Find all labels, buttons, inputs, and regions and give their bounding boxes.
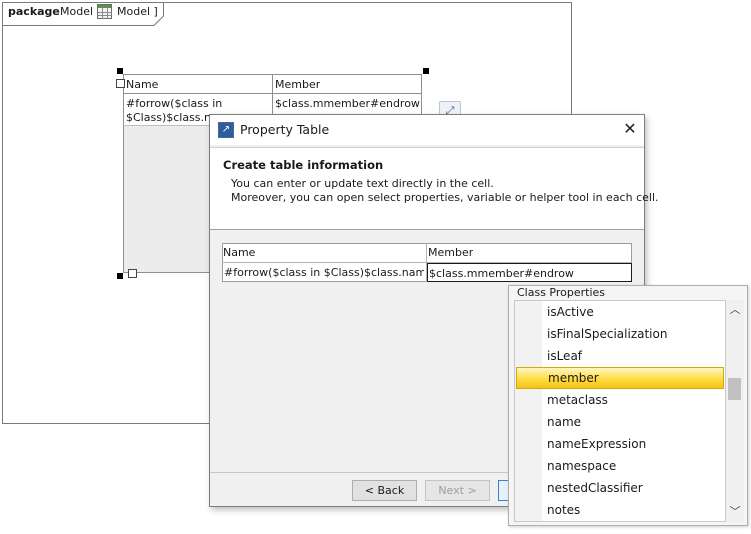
close-icon[interactable]: ✕	[619, 118, 641, 140]
table-icon	[97, 4, 112, 19]
list-item-selected[interactable]: member	[516, 367, 724, 389]
diagram-cell-name-line2: $Class)$class.nam	[126, 111, 211, 124]
info-line-1: You can enter or update text directly in…	[231, 177, 494, 190]
shape-marker-icon[interactable]	[116, 79, 125, 88]
grid-header-member: Member	[428, 246, 474, 259]
grid-cell-member-editor[interactable]: $class.mmember#endrow	[427, 263, 632, 282]
grid-header-name: Name	[223, 246, 256, 259]
package-name-suffix: Model ]	[117, 5, 158, 18]
compartment-toggle-icon[interactable]	[128, 269, 137, 278]
popup-title: Class Properties	[516, 286, 607, 299]
resize-handle-bottom-left[interactable]	[117, 273, 123, 279]
diagram-header-name: Name	[126, 78, 159, 91]
info-title: Create table information	[223, 158, 384, 172]
diagram-cell-name-line1: #forrow($class in	[126, 97, 223, 110]
dialog-title: Property Table	[240, 122, 330, 137]
list-item[interactable]: isLeaf	[516, 345, 724, 367]
list-item[interactable]: notes	[516, 499, 724, 520]
scroll-down-icon[interactable]: ﹀	[726, 503, 744, 521]
scroll-up-icon[interactable]: ︿	[726, 301, 744, 319]
info-line-2: Moreover, you can open select properties…	[231, 191, 659, 204]
package-keyword: package	[8, 5, 60, 18]
grid-cell-name[interactable]: #forrow($class in $Class)$class.name	[224, 266, 424, 279]
list-item[interactable]: namespace	[516, 455, 724, 477]
list-item[interactable]: nestedClassifier	[516, 477, 724, 499]
scroll-thumb[interactable]	[728, 378, 741, 400]
list-item[interactable]: name	[516, 411, 724, 433]
resize-handle-top-left[interactable]	[117, 68, 123, 74]
back-button[interactable]: < Back	[352, 480, 417, 501]
next-button[interactable]: Next >	[425, 480, 490, 501]
diagram-header-member: Member	[275, 78, 321, 91]
diagram-cell-member: $class.mmember#endrow	[275, 97, 420, 110]
list-item[interactable]: metaclass	[516, 389, 724, 411]
list-item[interactable]: isFinalSpecialization	[516, 323, 724, 345]
package-name-prefix: Model [	[60, 5, 101, 18]
list-item[interactable]: isActive	[516, 301, 724, 323]
app-icon: ↗	[218, 122, 234, 138]
list-scrollbar[interactable]	[726, 300, 744, 522]
list-item[interactable]: nameExpression	[516, 433, 724, 455]
resize-handle-top-right[interactable]	[423, 68, 429, 74]
